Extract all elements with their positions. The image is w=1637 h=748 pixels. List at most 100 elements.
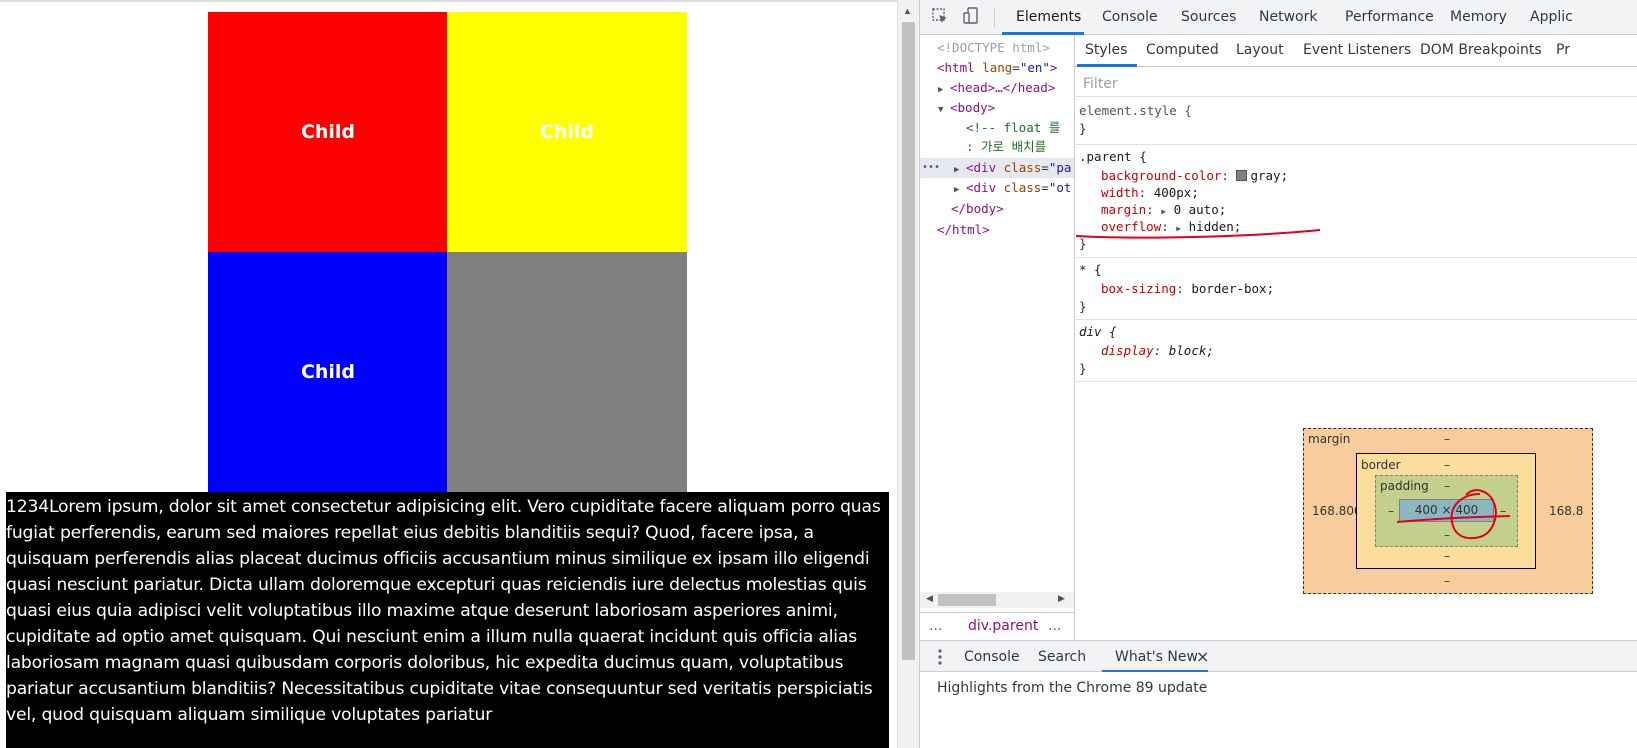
inspect-element-icon[interactable] — [929, 7, 951, 27]
dom-div-other[interactable]: ▶ <div class="ot — [954, 178, 1071, 200]
declaration-overflow[interactable]: overflow: ▶ hidden; — [1101, 218, 1241, 237]
devtools-panel: Elements Console Sources Network Perform… — [919, 0, 1637, 748]
page-scrollbar[interactable]: ▲ — [897, 0, 919, 748]
tab-application[interactable]: Applic — [1530, 9, 1573, 25]
active-styles-tab-indicator — [1077, 64, 1137, 67]
child-box-yellow: Child — [447, 12, 687, 252]
dom-body-close[interactable]: </body> — [951, 199, 1004, 219]
dom-more-ellipsis[interactable]: ••• — [922, 158, 940, 178]
dom-div-parent[interactable]: ▶ <div class="pa — [954, 158, 1071, 180]
drawer-tab-whats-new[interactable]: What's New — [1115, 649, 1198, 665]
whats-new-headline: Highlights from the Chrome 89 update — [937, 680, 1208, 696]
rule-selector[interactable]: * { — [1079, 261, 1102, 278]
child-box-red: Child — [208, 12, 448, 252]
property-name: background-color — [1101, 168, 1222, 183]
scroll-up-arrow-icon[interactable]: ▲ — [903, 6, 912, 16]
tab-elements[interactable]: Elements — [1016, 9, 1081, 25]
drawer-content: Highlights from the Chrome 89 update — [920, 672, 1637, 748]
rule-element-style: element.style { } — [1075, 99, 1637, 145]
breadcrumb: ... div.parent ... — [920, 612, 1074, 639]
child-label: Child — [539, 121, 595, 143]
rule-selector[interactable]: div { — [1079, 323, 1117, 340]
drawer-tab-console[interactable]: Console — [964, 649, 1020, 665]
color-swatch[interactable] — [1236, 170, 1248, 181]
margin-top-value: – — [1444, 432, 1450, 446]
expand-triangle-icon[interactable]: ▶ — [954, 180, 966, 200]
box-model-content[interactable]: 400 × 400 — [1399, 499, 1494, 522]
property-value: block; — [1168, 343, 1214, 358]
margin-left-value: 168.800 — [1312, 504, 1362, 518]
tab-sources[interactable]: Sources — [1181, 9, 1236, 25]
padding-label: padding — [1380, 479, 1429, 493]
dom-doctype[interactable]: <!DOCTYPE html> — [937, 38, 1050, 58]
parent-gray-background — [447, 252, 687, 492]
rule-close-brace: } — [1079, 361, 1087, 376]
breadcrumb-current[interactable]: div.parent — [968, 618, 1038, 634]
rule-selector[interactable]: .parent { — [1079, 148, 1147, 165]
dom-html-open[interactable]: <html lang="en"> — [937, 58, 1057, 78]
collapse-triangle-icon[interactable]: ▼ — [938, 100, 950, 120]
rule-div-user-agent: div { display: block; } — [1075, 320, 1637, 382]
tab-event-listeners[interactable]: Event Listeners — [1303, 42, 1411, 58]
tab-network[interactable]: Network — [1259, 9, 1317, 25]
property-value: 400px; — [1153, 185, 1199, 200]
declaration-box-sizing[interactable]: box-sizing: border-box; — [1101, 280, 1274, 297]
dom-horizontal-scrollbar[interactable]: ◀ ▶ — [920, 592, 1074, 608]
child-box-blue: Child — [208, 252, 448, 492]
device-toolbar-icon[interactable] — [960, 7, 982, 27]
expand-triangle-icon[interactable]: ▶ — [1176, 224, 1181, 233]
dom-comment-line[interactable]: : 가로 배치를 — [966, 137, 1046, 157]
tab-performance[interactable]: Performance — [1345, 9, 1434, 25]
border-top-value: – — [1444, 458, 1450, 472]
content-size: 400 × 400 — [1414, 503, 1479, 517]
browser-viewport: Child Child Child 1234Lorem ipsum, dolor… — [0, 0, 897, 748]
dom-head[interactable]: ▶ <head>…</head> — [938, 78, 1055, 100]
breadcrumb-more-left[interactable]: ... — [929, 618, 942, 634]
margin-label: margin — [1308, 432, 1351, 446]
dom-body[interactable]: ▼ <body> — [938, 98, 995, 120]
dom-html-close[interactable]: </html> — [937, 220, 990, 240]
expand-triangle-icon[interactable]: ▶ — [954, 160, 966, 180]
tag-text: <div — [966, 160, 997, 175]
drawer-tab-search[interactable]: Search — [1038, 649, 1086, 665]
tag-text: <body> — [950, 100, 996, 115]
tab-console[interactable]: Console — [1102, 9, 1158, 25]
expand-triangle-icon[interactable]: ▶ — [1161, 207, 1166, 216]
drawer-menu-icon[interactable] — [938, 648, 942, 666]
scroll-left-arrow-icon[interactable]: ◀ — [926, 594, 933, 604]
tab-memory[interactable]: Memory — [1450, 9, 1507, 25]
property-value: gray; — [1250, 168, 1289, 183]
border-bottom-value: – — [1444, 549, 1450, 563]
close-icon[interactable]: × — [1196, 647, 1209, 666]
padding-left-value: – — [1388, 504, 1394, 518]
tag-text: > — [1049, 60, 1058, 75]
padding-bottom-value: – — [1444, 528, 1450, 542]
styles-filter-input[interactable] — [1075, 71, 1637, 97]
toolbar-divider — [994, 8, 995, 27]
page-scrollbar-thumb[interactable] — [902, 22, 915, 660]
dom-scrollbar-thumb[interactable] — [938, 594, 996, 606]
declaration-width[interactable]: width: 400px; — [1101, 184, 1199, 201]
attr-name: lang — [982, 60, 1013, 75]
rule-selector[interactable]: element.style { — [1079, 102, 1192, 119]
tag-text: <div — [966, 180, 997, 195]
rule-parent: .parent { background-color: gray; width:… — [1075, 145, 1637, 258]
tab-dom-breakpoints[interactable]: DOM Breakpoints — [1420, 42, 1542, 58]
styles-tab-bar: Styles Computed Layout Event Listeners D… — [1075, 35, 1637, 67]
tab-computed[interactable]: Computed — [1146, 42, 1219, 58]
tab-layout[interactable]: Layout — [1236, 42, 1284, 58]
property-name: display — [1101, 343, 1154, 358]
dom-tree-pane: <!DOCTYPE html> <html lang="en"> ▶ <head>… — [920, 35, 1074, 605]
dom-comment-line[interactable]: <!-- float 를 — [966, 118, 1060, 138]
expand-triangle-icon[interactable]: ▶ — [938, 80, 950, 100]
breadcrumb-more-right[interactable]: ... — [1048, 618, 1061, 634]
padding-right-value: – — [1500, 504, 1506, 518]
scroll-right-arrow-icon[interactable]: ▶ — [1058, 594, 1065, 604]
declaration-background-color[interactable]: background-color: gray; — [1101, 167, 1288, 184]
tab-styles[interactable]: Styles — [1085, 42, 1127, 58]
tag-text: <head>…</head> — [950, 80, 1056, 95]
tab-properties[interactable]: Pr — [1556, 42, 1570, 58]
attr-value: "en" — [1019, 60, 1050, 75]
declaration-display[interactable]: display: block; — [1101, 342, 1214, 359]
margin-right-value: 168.8 — [1549, 504, 1584, 518]
